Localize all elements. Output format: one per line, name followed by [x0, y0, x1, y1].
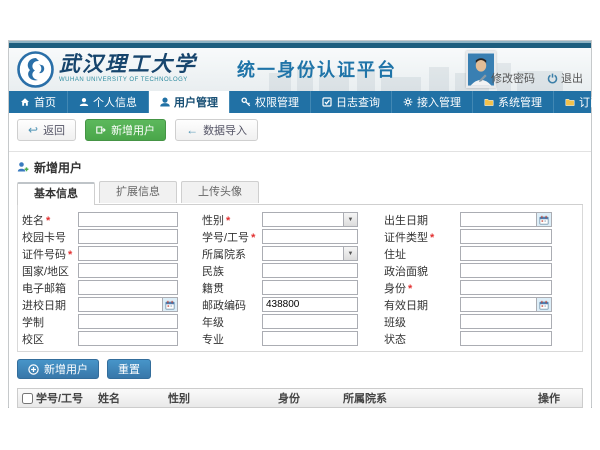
native-place-input[interactable]: [262, 280, 358, 295]
university-logo-icon: [17, 51, 54, 88]
app-window: 武汉理工大学 WUHAN UNIVERSITY OF TECHNOLOGY 统一…: [8, 40, 592, 408]
gender-select[interactable]: ▼: [262, 212, 358, 227]
student-id-input[interactable]: [262, 229, 358, 244]
campus-input[interactable]: [78, 331, 178, 346]
form-row: 国家/地区 民族 政治面貌: [22, 262, 582, 279]
nav-item-log-query[interactable]: 日志查询: [311, 91, 392, 113]
nav-item-subscription-management[interactable]: 订阅管理: [554, 91, 600, 113]
birth-date-input[interactable]: [460, 212, 536, 227]
data-import-button[interactable]: ← 数据导入: [175, 119, 258, 141]
schooling-length-input[interactable]: [78, 314, 178, 329]
form-actions: 新增用户 重置: [17, 359, 583, 379]
tab-basic-info[interactable]: 基本信息: [17, 182, 95, 205]
id-number-input[interactable]: [78, 246, 178, 261]
form-row: 姓名* 性别* ▼ 出生日期: [22, 211, 582, 228]
submit-add-user-button[interactable]: 新增用户: [17, 359, 99, 379]
home-icon: [20, 97, 30, 107]
chevron-down-icon: ▼: [343, 213, 357, 226]
tab-extended-info[interactable]: 扩展信息: [99, 181, 177, 203]
key-icon: [241, 97, 251, 107]
reset-button[interactable]: 重置: [107, 359, 151, 379]
name-input[interactable]: [78, 212, 178, 227]
content-area: ↩ 返回 新增用户 ← 数据导入 新增用户: [9, 113, 591, 408]
col-operations: 操作: [538, 390, 582, 406]
power-icon: [547, 73, 558, 84]
folder-icon: [565, 97, 575, 107]
pencil-icon: [478, 73, 488, 83]
form-row: 电子邮箱 籍贯 身份*: [22, 279, 582, 296]
address-input[interactable]: [460, 246, 552, 261]
postal-code-input[interactable]: [262, 297, 358, 312]
form-row: 校区 专业 状态: [22, 330, 582, 347]
users-table-header: 学号/工号 姓名 性别 身份 所属院系 操作: [17, 388, 583, 408]
back-button[interactable]: ↩ 返回: [17, 119, 76, 141]
header: 武汉理工大学 WUHAN UNIVERSITY OF TECHNOLOGY 统一…: [9, 48, 591, 91]
col-department: 所属院系: [343, 390, 538, 406]
email-input[interactable]: [78, 280, 178, 295]
top-strip: [9, 41, 591, 48]
folder-icon: [484, 97, 494, 107]
department-select[interactable]: ▼: [262, 246, 358, 261]
form-row: 校园卡号 学号/工号* 证件类型*: [22, 228, 582, 245]
chevron-down-icon: ▼: [343, 247, 357, 260]
section-title: 新增用户: [17, 159, 583, 175]
log-check-icon: [322, 97, 332, 107]
add-user-button[interactable]: 新增用户: [85, 119, 166, 141]
tab-upload-avatar[interactable]: 上传头像: [181, 181, 259, 203]
gear-icon: [403, 97, 413, 107]
major-input[interactable]: [262, 331, 358, 346]
status-input[interactable]: [460, 331, 552, 346]
nav-item-personal-info[interactable]: 个人信息: [68, 91, 149, 113]
add-person-icon: [17, 161, 29, 173]
grade-input[interactable]: [262, 314, 358, 329]
back-arrow-icon: ↩: [28, 124, 38, 136]
calendar-icon[interactable]: [162, 297, 178, 312]
form-row: 学制 年级 班级: [22, 313, 582, 330]
main-nav: 首页 个人信息 用户管理 权限管理 日志查询 接入管理 系统管理 订阅管理: [9, 91, 591, 113]
id-type-input[interactable]: [460, 229, 552, 244]
header-links: 修改密码 退出: [478, 70, 583, 86]
calendar-icon[interactable]: [536, 212, 552, 227]
calendar-icon[interactable]: [536, 297, 552, 312]
import-arrow-icon: ←: [186, 124, 198, 136]
users-icon: [160, 97, 170, 107]
university-name: 武汉理工大学: [59, 52, 197, 76]
entry-date-input[interactable]: [78, 297, 162, 312]
divider: [9, 151, 591, 152]
nav-item-access-management[interactable]: 接入管理: [392, 91, 473, 113]
ethnicity-input[interactable]: [262, 263, 358, 278]
country-region-input[interactable]: [78, 263, 178, 278]
form-row: 进校日期 邮政编码 有效日期: [22, 296, 582, 313]
campus-card-input[interactable]: [78, 229, 178, 244]
page: 武汉理工大学 WUHAN UNIVERSITY OF TECHNOLOGY 统一…: [0, 0, 600, 450]
form-tabs: 基本信息 扩展信息 上传头像: [17, 181, 583, 205]
identity-input[interactable]: [460, 280, 552, 295]
col-student-id: 学号/工号: [36, 390, 98, 406]
class-input[interactable]: [460, 314, 552, 329]
nav-item-system-management[interactable]: 系统管理: [473, 91, 554, 113]
nav-item-user-management[interactable]: 用户管理: [149, 91, 230, 113]
col-name: 姓名: [98, 390, 168, 406]
change-password-link[interactable]: 修改密码: [478, 70, 535, 86]
nav-item-permission-management[interactable]: 权限管理: [230, 91, 311, 113]
toolbar: ↩ 返回 新增用户 ← 数据导入: [17, 119, 583, 143]
col-identity: 身份: [278, 390, 343, 406]
political-status-input[interactable]: [460, 263, 552, 278]
person-icon: [79, 97, 89, 107]
basic-info-form: 姓名* 性别* ▼ 出生日期 校园卡号 学号/工号* 证件类型* 证件号码*: [17, 205, 583, 352]
platform-title: 统一身份认证平台: [237, 56, 397, 82]
select-all-checkbox[interactable]: [22, 393, 33, 404]
plus-circle-icon: [28, 364, 39, 375]
logout-link[interactable]: 退出: [547, 70, 583, 86]
form-row: 证件号码* 所属院系 ▼ 住址: [22, 245, 582, 262]
valid-date-input[interactable]: [460, 297, 536, 312]
university-name-en: WUHAN UNIVERSITY OF TECHNOLOGY: [59, 77, 197, 83]
col-gender: 性别: [168, 390, 278, 406]
brand: 武汉理工大学 WUHAN UNIVERSITY OF TECHNOLOGY: [59, 52, 197, 83]
add-user-icon: [96, 125, 106, 135]
nav-item-home[interactable]: 首页: [9, 91, 68, 113]
